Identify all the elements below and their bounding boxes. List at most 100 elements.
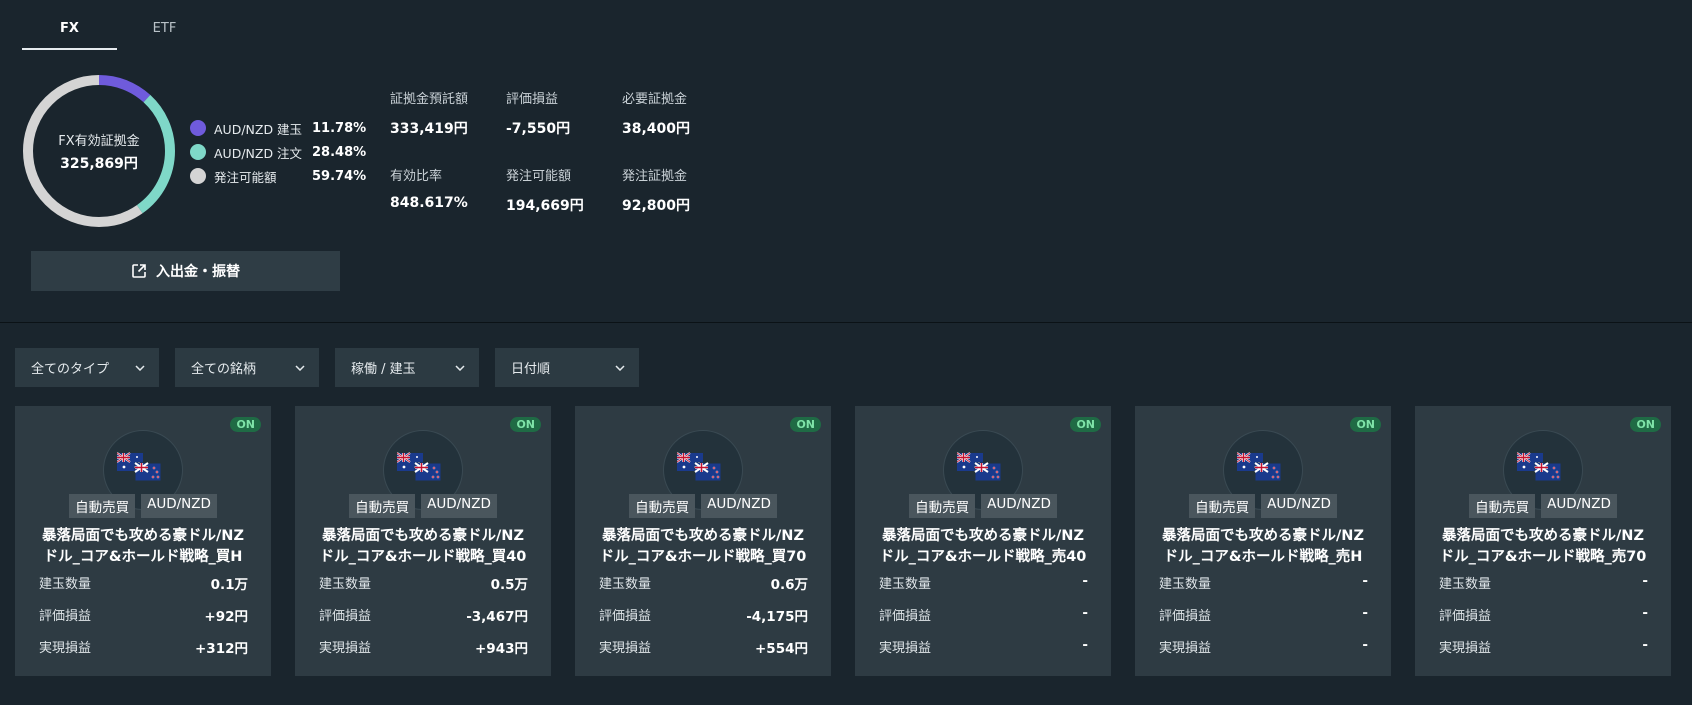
metric-unrealized-pl: 評価損益 -4,175円 <box>599 605 808 637</box>
stat-value: 848.617% <box>390 195 468 211</box>
strategy-card[interactable]: ON 自動売買 AUD/NZD 暴落局面でも攻める豪ドル/NZ ドル_コア&ホー… <box>1135 406 1391 676</box>
metric-value: -3,467円 <box>466 609 528 625</box>
metric-position-qty: 建玉数量 0.5万 <box>319 573 528 605</box>
sort-order-dropdown[interactable]: 日付順 <box>495 348 639 387</box>
metric-value: - <box>1082 605 1088 621</box>
strategy-title-line1: 暴落局面でも攻める豪ドル/NZ <box>1162 528 1364 544</box>
pair-tag: AUD/NZD <box>421 494 497 518</box>
chevron-down-icon <box>295 364 305 371</box>
type-tag: 自動売買 <box>349 494 416 518</box>
stat-value: -7,550円 <box>506 121 571 137</box>
metric-label: 評価損益 <box>879 609 932 624</box>
strategy-card[interactable]: ON 自動売買 AUD/NZD 暴落局面でも攻める豪ドル/NZ ドル_コア&ホー… <box>575 406 831 676</box>
metric-value: - <box>1082 573 1088 589</box>
metric-label: 実現損益 <box>1159 641 1212 656</box>
legend-percent: 11.78% <box>312 120 367 136</box>
stat-label: 証拠金預託額 <box>390 92 469 107</box>
tab-fx[interactable]: FX <box>22 0 117 50</box>
strategy-card[interactable]: ON 自動売買 AUD/NZD 暴落局面でも攻める豪ドル/NZ ドル_コア&ホー… <box>295 406 551 676</box>
metric-position-qty: 建玉数量 - <box>879 573 1088 605</box>
type-tag: 自動売買 <box>629 494 696 518</box>
metric-label: 評価損益 <box>319 609 372 624</box>
chevron-down-icon <box>135 364 145 371</box>
strategy-title-line2: ドル_コア&ホールド戦略_買40 <box>319 549 527 565</box>
card-tags: 自動売買 AUD/NZD <box>1415 494 1671 518</box>
donut-center: FX有効証拠金 325,869円 <box>22 74 176 228</box>
deposit-transfer-label: 入出金・振替 <box>156 264 240 280</box>
stat-label: 有効比率 <box>390 169 443 184</box>
external-link-icon <box>132 264 146 278</box>
legend-label: AUD/NZD 建玉 <box>214 121 303 137</box>
section-divider <box>0 322 1692 323</box>
metric-position-qty: 建玉数量 0.1万 <box>39 573 248 605</box>
metric-value: - <box>1642 605 1648 621</box>
strategy-title: 暴落局面でも攻める豪ドル/NZ ドル_コア&ホールド戦略_買40 <box>301 526 545 568</box>
card-tags: 自動売買 AUD/NZD <box>15 494 271 518</box>
stat-deposit: 証拠金預託額 333,419円 <box>390 88 506 138</box>
strategy-card[interactable]: ON 自動売買 AUD/NZD 暴落局面でも攻める豪ドル/NZ ドル_コア&ホー… <box>15 406 271 676</box>
card-metrics: 建玉数量 0.6万 評価損益 -4,175円 実現損益 +554円 <box>599 573 808 669</box>
stat-effective-ratio: 有効比率 848.617% <box>390 165 506 215</box>
metric-label: 建玉数量 <box>879 577 932 592</box>
metric-value: 0.5万 <box>490 577 528 593</box>
strategy-title-line1: 暴落局面でも攻める豪ドル/NZ <box>1442 528 1644 544</box>
strategy-title-line2: ドル_コア&ホールド戦略_売40 <box>879 549 1087 565</box>
pair-tag: AUD/NZD <box>981 494 1057 518</box>
metric-label: 評価損益 <box>599 609 652 624</box>
legend-item-position: AUD/NZD 建玉 11.78% <box>190 116 366 140</box>
metric-unrealized-pl: 評価損益 - <box>1159 605 1368 637</box>
metric-label: 建玉数量 <box>599 577 652 592</box>
type-tag: 自動売買 <box>909 494 976 518</box>
legend-percent: 28.48% <box>312 144 367 160</box>
strategy-title-line1: 暴落局面でも攻める豪ドル/NZ <box>42 528 244 544</box>
metric-label: 評価損益 <box>1439 609 1492 624</box>
strategy-title-line2: ドル_コア&ホールド戦略_売H <box>1163 549 1363 565</box>
metric-value: 0.6万 <box>770 577 808 593</box>
legend-dot-icon <box>190 120 206 136</box>
type-filter-dropdown[interactable]: 全てのタイプ <box>15 348 159 387</box>
legend-item-order: AUD/NZD 注文 28.48% <box>190 140 366 164</box>
metric-realized-pl: 実現損益 - <box>879 637 1088 669</box>
metric-label: 建玉数量 <box>39 577 92 592</box>
metric-label: 実現損益 <box>879 641 932 656</box>
metric-unrealized-pl: 評価損益 - <box>879 605 1088 637</box>
card-tags: 自動売買 AUD/NZD <box>1135 494 1391 518</box>
card-metrics: 建玉数量 0.5万 評価損益 -3,467円 実現損益 +943円 <box>319 573 528 669</box>
strategy-title: 暴落局面でも攻める豪ドル/NZ ドル_コア&ホールド戦略_売H <box>1141 526 1385 568</box>
card-metrics: 建玉数量 - 評価損益 - 実現損益 - <box>879 573 1088 669</box>
au-nz-flags-icon <box>1517 452 1562 482</box>
stat-label: 必要証拠金 <box>622 92 688 107</box>
metric-realized-pl: 実現損益 +312円 <box>39 637 248 669</box>
stat-unrealized-pl: 評価損益 -7,550円 <box>506 88 622 138</box>
metric-unrealized-pl: 評価損益 - <box>1439 605 1648 637</box>
market-tabs: FX ETF <box>22 0 212 50</box>
legend-percent: 59.74% <box>312 168 367 184</box>
metric-label: 建玉数量 <box>1159 577 1212 592</box>
tab-etf[interactable]: ETF <box>117 0 212 50</box>
metric-label: 実現損益 <box>599 641 652 656</box>
dropdown-label: 稼働 / 建玉 <box>351 362 416 377</box>
card-metrics: 建玉数量 0.1万 評価損益 +92円 実現損益 +312円 <box>39 573 248 669</box>
type-tag: 自動売買 <box>1189 494 1256 518</box>
strategy-title-line2: ドル_コア&ホールド戦略_売70 <box>1439 549 1647 565</box>
donut-legend: AUD/NZD 建玉 11.78% AUD/NZD 注文 28.48% 発注可能… <box>190 116 366 188</box>
type-tag: 自動売買 <box>1469 494 1536 518</box>
status-filter-dropdown[interactable]: 稼働 / 建玉 <box>335 348 479 387</box>
pair-tag: AUD/NZD <box>701 494 777 518</box>
symbol-filter-dropdown[interactable]: 全ての銘柄 <box>175 348 319 387</box>
status-badge: ON <box>1070 417 1101 432</box>
strategy-title-line2: ドル_コア&ホールド戦略_買70 <box>599 549 807 565</box>
strategy-title-line1: 暴落局面でも攻める豪ドル/NZ <box>322 528 524 544</box>
metric-value: - <box>1082 637 1088 653</box>
strategy-title: 暴落局面でも攻める豪ドル/NZ ドル_コア&ホールド戦略_買H <box>21 526 265 568</box>
stat-order-margin: 発注証拠金 92,800円 <box>622 165 738 215</box>
stat-value: 333,419円 <box>390 121 468 137</box>
strategy-card[interactable]: ON 自動売買 AUD/NZD 暴落局面でも攻める豪ドル/NZ ドル_コア&ホー… <box>855 406 1111 676</box>
deposit-transfer-button[interactable]: 入出金・振替 <box>31 251 340 291</box>
strategy-card[interactable]: ON 自動売買 AUD/NZD 暴落局面でも攻める豪ドル/NZ ドル_コア&ホー… <box>1415 406 1671 676</box>
metric-value: - <box>1642 573 1648 589</box>
legend-label: 発注可能額 <box>214 169 277 185</box>
status-badge: ON <box>230 417 261 432</box>
pair-tag: AUD/NZD <box>141 494 217 518</box>
metric-realized-pl: 実現損益 - <box>1159 637 1368 669</box>
